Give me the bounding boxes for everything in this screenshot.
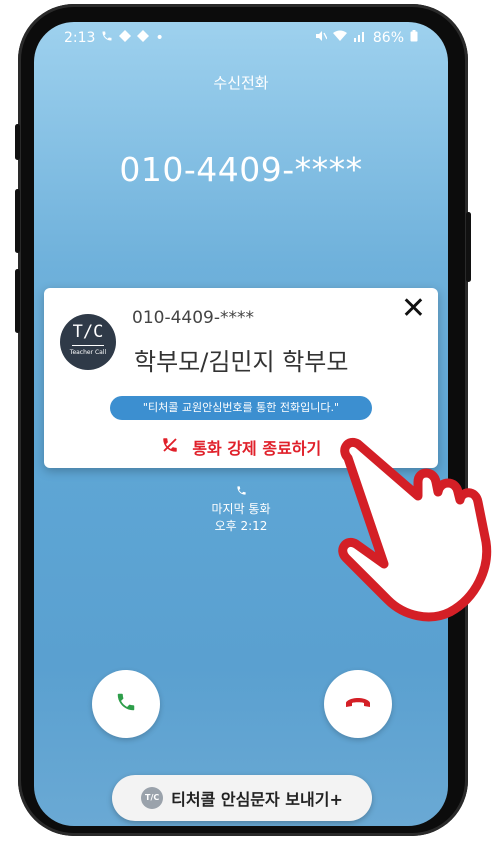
logo-divider [72, 345, 104, 346]
phone-side-button [466, 212, 471, 282]
notification-icon [119, 30, 132, 46]
notification-icon [137, 30, 150, 46]
notice-pill: "티처콜 교원안심번호를 통한 전화입니다." [110, 396, 372, 420]
popup-number: 010-4409-**** [132, 308, 254, 328]
phone-side-button [15, 269, 20, 333]
teachercall-logo: T/C Teacher Call [60, 314, 116, 370]
phone-side-button [15, 124, 20, 160]
close-icon: ✕ [400, 291, 426, 326]
caller-number: 010-4409-**** [119, 150, 363, 189]
send-safe-message-button[interactable]: T/C 티처콜 안심문자 보내기+ [112, 775, 372, 821]
dot-icon: • [155, 30, 164, 46]
close-button[interactable]: ✕ [401, 294, 426, 324]
signal-icon [353, 30, 367, 46]
logo-text: T/C [72, 322, 104, 342]
battery-icon [410, 30, 418, 46]
incoming-call-label: 수신전화 [213, 74, 269, 92]
phone-accept-icon [115, 691, 137, 717]
phone-decline-icon [345, 695, 371, 714]
pointing-hand-icon [326, 430, 493, 634]
call-end-icon [161, 438, 185, 458]
status-bar: 2:13 • 86% [34, 28, 448, 48]
battery-text: 86% [372, 30, 404, 46]
teachercall-mini-logo: T/C [141, 787, 164, 809]
status-time: 2:13 [64, 30, 96, 46]
call-screen: 2:13 • 86% 수신전화 010-4409-**** T/C Teache… [34, 22, 448, 826]
accept-call-button[interactable] [92, 670, 160, 738]
logo-subtitle: Teacher Call [69, 349, 107, 356]
phone-side-button [15, 189, 20, 253]
decline-call-button[interactable] [324, 670, 392, 738]
phone-icon [101, 30, 113, 46]
popup-caller-name: 학부모/김민지 학부모 [134, 348, 349, 376]
wifi-icon [332, 30, 347, 46]
send-safe-message-label: 티처콜 안심문자 보내기+ [171, 790, 343, 809]
mute-icon [315, 30, 328, 46]
force-end-label: 통화 강제 종료하기 [192, 439, 322, 458]
